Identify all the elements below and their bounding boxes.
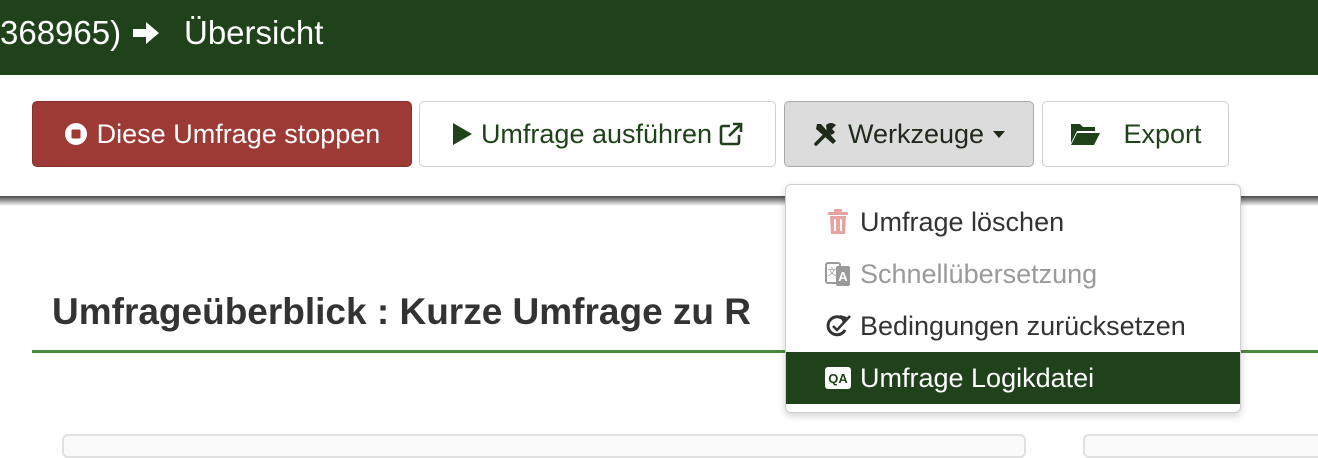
side-panel bbox=[1083, 434, 1318, 458]
tools-label: Werkzeuge bbox=[847, 118, 985, 149]
overview-panel bbox=[62, 434, 1026, 458]
menu-item-label: Bedingungen zurücksetzen bbox=[860, 310, 1186, 341]
run-survey-label: Umfrage ausführen bbox=[480, 118, 713, 149]
export-label: Export bbox=[1123, 118, 1202, 149]
menu-item-survey-logic-file[interactable]: QA Umfrage Logikdatei bbox=[786, 352, 1240, 404]
stop-survey-button[interactable]: Diese Umfrage stoppen bbox=[32, 101, 412, 167]
caret-down-icon bbox=[992, 129, 1006, 139]
export-button[interactable]: Export bbox=[1042, 101, 1229, 167]
menu-item-reset-conditions[interactable]: Bedingungen zurücksetzen bbox=[786, 300, 1240, 352]
qa-icon: QA bbox=[824, 366, 852, 390]
translate-icon: A文 bbox=[824, 261, 852, 287]
breadcrumb-current: Übersicht bbox=[184, 14, 324, 51]
breadcrumb-bar: 368965) Übersicht bbox=[0, 0, 1318, 75]
svg-text:A: A bbox=[838, 269, 848, 284]
svg-text:文: 文 bbox=[827, 266, 836, 277]
external-link-icon bbox=[718, 121, 744, 147]
menu-item-label: Umfrage löschen bbox=[860, 206, 1065, 237]
reset-conditions-icon bbox=[824, 313, 852, 339]
tools-dropdown-menu: Umfrage löschen A文 Schnellübersetzung Be… bbox=[785, 184, 1241, 413]
folder-open-icon bbox=[1069, 121, 1101, 147]
arrow-right-icon bbox=[130, 17, 162, 49]
breadcrumb-previous[interactable]: 368965) bbox=[0, 13, 121, 53]
play-icon bbox=[451, 122, 473, 146]
stop-circle-icon bbox=[64, 122, 88, 146]
menu-item-label: Schnellübersetzung bbox=[860, 258, 1098, 289]
tools-dropdown-button[interactable]: Werkzeuge bbox=[784, 101, 1034, 167]
tools-icon bbox=[812, 120, 840, 148]
stop-survey-label: Diese Umfrage stoppen bbox=[96, 118, 381, 149]
run-survey-button[interactable]: Umfrage ausführen bbox=[419, 101, 776, 167]
trash-icon bbox=[824, 209, 852, 235]
menu-item-quick-translation[interactable]: A文 Schnellübersetzung bbox=[786, 248, 1240, 300]
svg-text:QA: QA bbox=[828, 371, 848, 386]
menu-item-delete-survey[interactable]: Umfrage löschen bbox=[786, 196, 1240, 248]
menu-item-label: Umfrage Logikdatei bbox=[860, 362, 1095, 393]
page-title: Umfrageüberblick : Kurze Umfrage zu R bbox=[52, 291, 752, 332]
